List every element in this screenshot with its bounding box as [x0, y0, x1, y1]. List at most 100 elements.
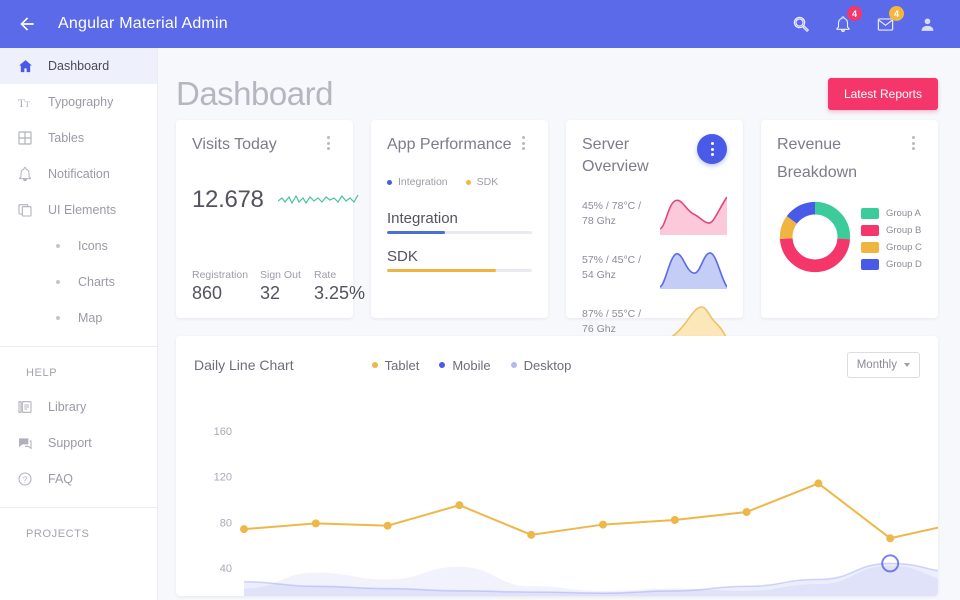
revenue-legend: Group A Group B Group C Group D	[861, 208, 922, 271]
legend-item-sdk: SDK	[465, 176, 498, 188]
card-header: Visits Today	[192, 134, 337, 156]
chart-point-tablet[interactable]	[527, 530, 536, 539]
typography-icon: TT	[14, 91, 36, 113]
server-overview-card: Server Overview 45% / 78°C / 78 Ghz 57% …	[566, 120, 743, 343]
search-icon[interactable]	[784, 7, 818, 41]
sidebar-item-dashboard[interactable]: Dashboard	[0, 48, 157, 84]
account-icon[interactable]	[910, 7, 944, 41]
legend-swatch-group-c	[861, 242, 879, 254]
stat-value: 3.25%	[314, 283, 366, 303]
chart-point-tablet[interactable]	[742, 508, 751, 516]
kebab-menu-icon[interactable]	[514, 134, 532, 152]
performance-card-title: App Performance	[387, 136, 512, 153]
progress-label-integration: Integration	[387, 210, 458, 228]
arrow-left-icon[interactable]	[14, 11, 40, 37]
chart-point-tablet[interactable]	[814, 479, 823, 488]
revenue-legend-item-a: Group A	[861, 208, 922, 220]
progress-sdk: SDK	[387, 248, 532, 273]
line-chart-svg: 160 120 80 40	[214, 426, 938, 596]
sidebar-item-notification[interactable]: Notification	[0, 156, 157, 192]
legend-dot-integration	[387, 179, 392, 185]
summary-cards-row: Visits Today 12.678 Registration 860 Sig…	[158, 120, 960, 343]
visits-sparkline	[277, 187, 360, 214]
chart-point-tablet[interactable]	[383, 521, 392, 530]
server-sparkline-2	[660, 247, 727, 289]
layers-icon	[14, 199, 36, 221]
chevron-down-icon	[904, 363, 910, 367]
sidebar-label-typography: Typography	[48, 95, 114, 109]
sidebar-section-help: HELP	[26, 367, 58, 379]
revenue-card-title-wrap: Revenue Breakdown	[777, 134, 857, 185]
sidebar-label-faq: FAQ	[48, 472, 74, 486]
kebab-menu-fab-icon[interactable]	[697, 134, 727, 164]
page-title: Dashboard	[176, 75, 333, 112]
sidebar-item-ui-elements[interactable]: UI Elements	[0, 192, 157, 228]
chart-point-tablet[interactable]	[886, 534, 895, 543]
chart-point-tablet[interactable]	[599, 520, 607, 529]
kebab-menu-icon[interactable]	[319, 134, 337, 152]
legend-dot-tablet	[371, 362, 378, 368]
server-metric-1: 45% / 78°C / 78 Ghz	[582, 199, 642, 227]
bell-icon[interactable]: 4	[826, 6, 862, 41]
sidebar-item-typography[interactable]: TT Typography	[0, 84, 157, 120]
sidebar-label-icons: Icons	[78, 239, 108, 253]
legend-swatch-group-b	[861, 225, 879, 237]
bell-badge: 4	[847, 6, 862, 21]
sidebar-item-tables[interactable]: Tables	[0, 120, 157, 156]
card-header: Revenue Breakdown	[777, 134, 922, 185]
legend-item-integration: Integration	[387, 176, 448, 188]
chart-point-tablet[interactable]	[670, 516, 679, 524]
sidebar-item-faq[interactable]: ? FAQ	[0, 461, 157, 497]
mail-badge: 4	[889, 6, 904, 21]
y-axis-tick: 160	[214, 426, 232, 438]
home-icon	[14, 55, 36, 77]
sidebar-item-support[interactable]: Support	[0, 425, 157, 461]
chart-line-tablet	[243, 482, 938, 540]
sidebar-item-icons[interactable]: Icons	[0, 228, 157, 264]
legend-item-tablet[interactable]: Tablet	[371, 357, 420, 373]
legend-label-tablet: Tablet	[384, 357, 420, 373]
y-axis-tick: 120	[214, 472, 232, 484]
bullet-dot-icon	[56, 280, 60, 284]
sidebar-item-charts[interactable]: Charts	[0, 264, 157, 300]
sidebar-item-library[interactable]: Library	[0, 389, 157, 425]
revenue-legend-item-b: Group B	[861, 225, 922, 237]
help-circle-icon: ?	[14, 468, 36, 490]
card-header: App Performance	[387, 134, 532, 156]
progress-track	[387, 269, 532, 273]
chart-point-tablet[interactable]	[311, 519, 320, 528]
revenue-card-title-line2: Breakdown	[777, 164, 858, 182]
table-grid-icon	[14, 127, 36, 149]
main-content: Dashboard Latest Reports Visits Today 12…	[158, 48, 960, 600]
chart-legend: Tablet Mobile Desktop	[371, 357, 571, 373]
sidebar-label-library: Library	[48, 400, 87, 414]
sidebar-label-ui-elements: UI Elements	[48, 203, 117, 217]
bell-outline-icon	[14, 163, 36, 185]
sidebar-label-charts: Charts	[78, 275, 115, 289]
legend-swatch-group-d	[861, 259, 879, 271]
bullet-dot-icon	[56, 244, 60, 248]
sidebar-item-map[interactable]: Map	[0, 300, 157, 336]
sidebar-label-notification: Notification	[48, 167, 110, 181]
chart-plot-area: 160 120 80 40	[176, 390, 938, 596]
sidebar: Dashboard TT Typography Tables Notificat…	[0, 48, 158, 600]
visits-stats: Registration 860 Sign Out 32 Rate 3.25%	[192, 269, 365, 304]
revenue-breakdown-card: Revenue Breakdown Group A Group B Group …	[761, 120, 938, 318]
app-performance-card: App Performance Integration SDK Integrat…	[371, 120, 548, 318]
progress-track	[387, 231, 532, 235]
legend-item-mobile[interactable]: Mobile	[439, 358, 491, 373]
performance-legend: Integration SDK	[387, 176, 532, 188]
sidebar-label-tables: Tables	[48, 131, 85, 145]
chat-bubble-icon	[14, 432, 36, 454]
legend-swatch-group-a	[861, 208, 879, 220]
mail-icon[interactable]: 4	[868, 6, 904, 41]
chart-point-tablet[interactable]	[240, 525, 248, 534]
chart-point-tablet[interactable]	[455, 501, 464, 510]
visits-today-card: Visits Today 12.678 Registration 860 Sig…	[176, 120, 365, 318]
app-title: Angular Material Admin	[58, 15, 228, 32]
chart-range-select[interactable]: Monthly	[846, 352, 920, 378]
latest-reports-button[interactable]: Latest Reports	[827, 78, 938, 110]
kebab-menu-icon[interactable]	[904, 134, 922, 152]
chart-title: Daily Line Chart	[194, 357, 294, 373]
legend-item-desktop[interactable]: Desktop	[510, 358, 571, 373]
